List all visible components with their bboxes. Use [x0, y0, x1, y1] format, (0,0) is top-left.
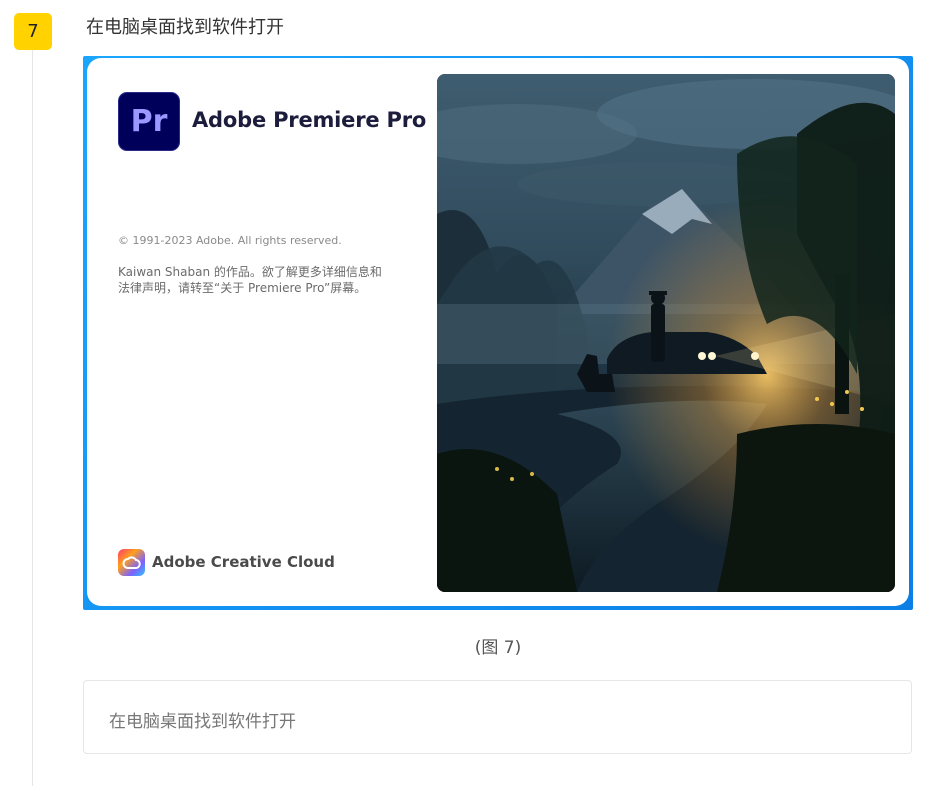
credit-line-1: Kaiwan Shaban 的作品。欲了解更多详细信息和: [118, 265, 382, 279]
figure-caption: (图 7): [474, 638, 522, 658]
splash-artwork-night-scene: [437, 74, 895, 592]
creative-cloud-icon: [118, 548, 145, 576]
artwork-illustration: [437, 74, 895, 592]
premiere-pro-logo-text: Pr: [130, 104, 168, 139]
credit-line-2: 法律声明，请转至“关于 Premiere Pro”屏幕。: [118, 281, 367, 295]
screenshot-image: Pr Adobe Premiere Pro © 1991-2023 Adobe.…: [83, 56, 913, 610]
step-title: 在电脑桌面找到软件打开: [86, 17, 284, 38]
step-number-badge: 7: [14, 13, 52, 50]
step-note-text: 在电脑桌面找到软件打开: [109, 712, 296, 732]
timeline-line: [32, 50, 33, 786]
step-note-box: 在电脑桌面找到软件打开: [83, 680, 912, 754]
step-number: 7: [27, 21, 39, 42]
creative-cloud-name: Adobe Creative Cloud: [152, 553, 335, 571]
creative-cloud-brand: Adobe Creative Cloud: [118, 548, 335, 576]
premiere-splash-screen: Pr Adobe Premiere Pro © 1991-2023 Adobe.…: [87, 58, 909, 606]
premiere-pro-logo: Pr: [118, 92, 180, 151]
copyright-text: © 1991-2023 Adobe. All rights reserved.: [118, 234, 342, 247]
credit-text: Kaiwan Shaban 的作品。欲了解更多详细信息和 法律声明，请转至“关于…: [118, 264, 408, 296]
app-name: Adobe Premiere Pro: [192, 108, 427, 132]
